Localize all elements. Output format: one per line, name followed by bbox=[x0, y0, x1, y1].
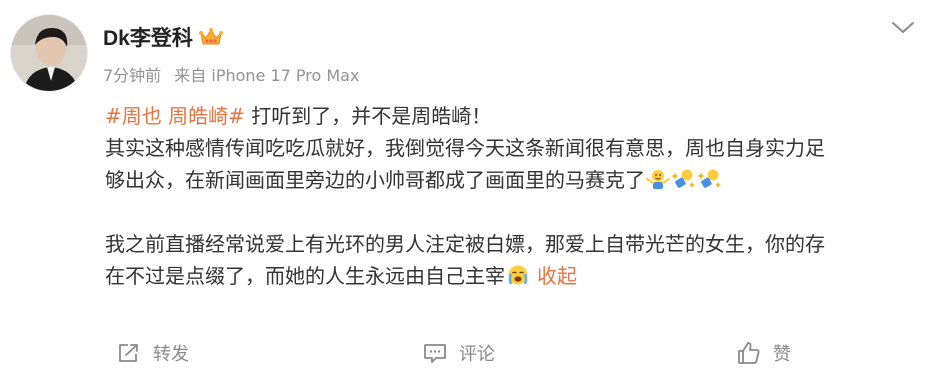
thumbs-up-icon bbox=[738, 342, 760, 364]
sparkle-hug-emoji bbox=[672, 169, 695, 188]
like-label: 赞 bbox=[773, 344, 791, 365]
post-meta: 7分钟前 来自 iPhone 17 Pro Max bbox=[103, 62, 359, 86]
like-button[interactable]: 赞 bbox=[737, 340, 791, 366]
post-content: #周也 周皓崎# 打听到了，并不是周皓崎！ 其实这种感情传闻吃吃瓜就好，我倒觉得… bbox=[105, 100, 920, 292]
author-name[interactable]: Dk李登科 bbox=[103, 22, 193, 52]
content-line-5: 在不过是点缀了，而她的人生永远由自己主宰 收起 bbox=[105, 260, 920, 292]
avatar[interactable] bbox=[10, 14, 88, 92]
sparkle-hug-emoji bbox=[698, 169, 721, 188]
hashtag-link[interactable]: #周也 周皓崎# bbox=[105, 104, 245, 128]
chevron-down-icon[interactable] bbox=[890, 20, 916, 36]
content-line-3: 够出众，在新闻画面里旁边的小帅哥都成了画面里的马赛克了 bbox=[105, 164, 920, 196]
content-text: 够出众，在新闻画面里旁边的小帅哥都成了画面里的马赛克了 bbox=[105, 168, 645, 192]
shrug-emoji bbox=[646, 170, 670, 189]
avatar-image bbox=[11, 15, 87, 91]
post-time[interactable]: 7分钟前 bbox=[103, 66, 161, 85]
post-source: 来自 iPhone 17 Pro Max bbox=[174, 66, 360, 85]
author-row: Dk李登科 bbox=[103, 22, 223, 52]
content-text: 在不过是点缀了，而她的人生永远由自己主宰 bbox=[105, 264, 505, 288]
weibo-post: Dk李登科 7分钟前 来自 iPhone 17 Pro Max #周也 周皓崎#… bbox=[0, 0, 935, 372]
comment-icon bbox=[424, 344, 446, 363]
content-line-1: #周也 周皓崎# 打听到了，并不是周皓崎！ bbox=[105, 100, 920, 132]
repost-icon bbox=[119, 344, 138, 362]
crown-icon[interactable] bbox=[198, 27, 223, 47]
comment-label: 评论 bbox=[459, 344, 495, 365]
collapse-link[interactable]: 收起 bbox=[537, 264, 577, 288]
repost-label: 转发 bbox=[153, 344, 189, 365]
content-line-2: 其实这种感情传闻吃吃瓜就好，我倒觉得今天这条新闻很有意思，周也自身实力足 bbox=[105, 136, 825, 160]
content-line-4: 我之前直播经常说爱上有光环的男人注定被白嫖，那爱上自带光芒的女生，你的存 bbox=[105, 232, 825, 256]
repost-button[interactable]: 转发 bbox=[117, 340, 189, 366]
crying-emoji bbox=[508, 265, 528, 285]
comment-button[interactable]: 评论 bbox=[423, 340, 495, 366]
content-text: 打听到了，并不是周皓崎！ bbox=[244, 104, 492, 128]
